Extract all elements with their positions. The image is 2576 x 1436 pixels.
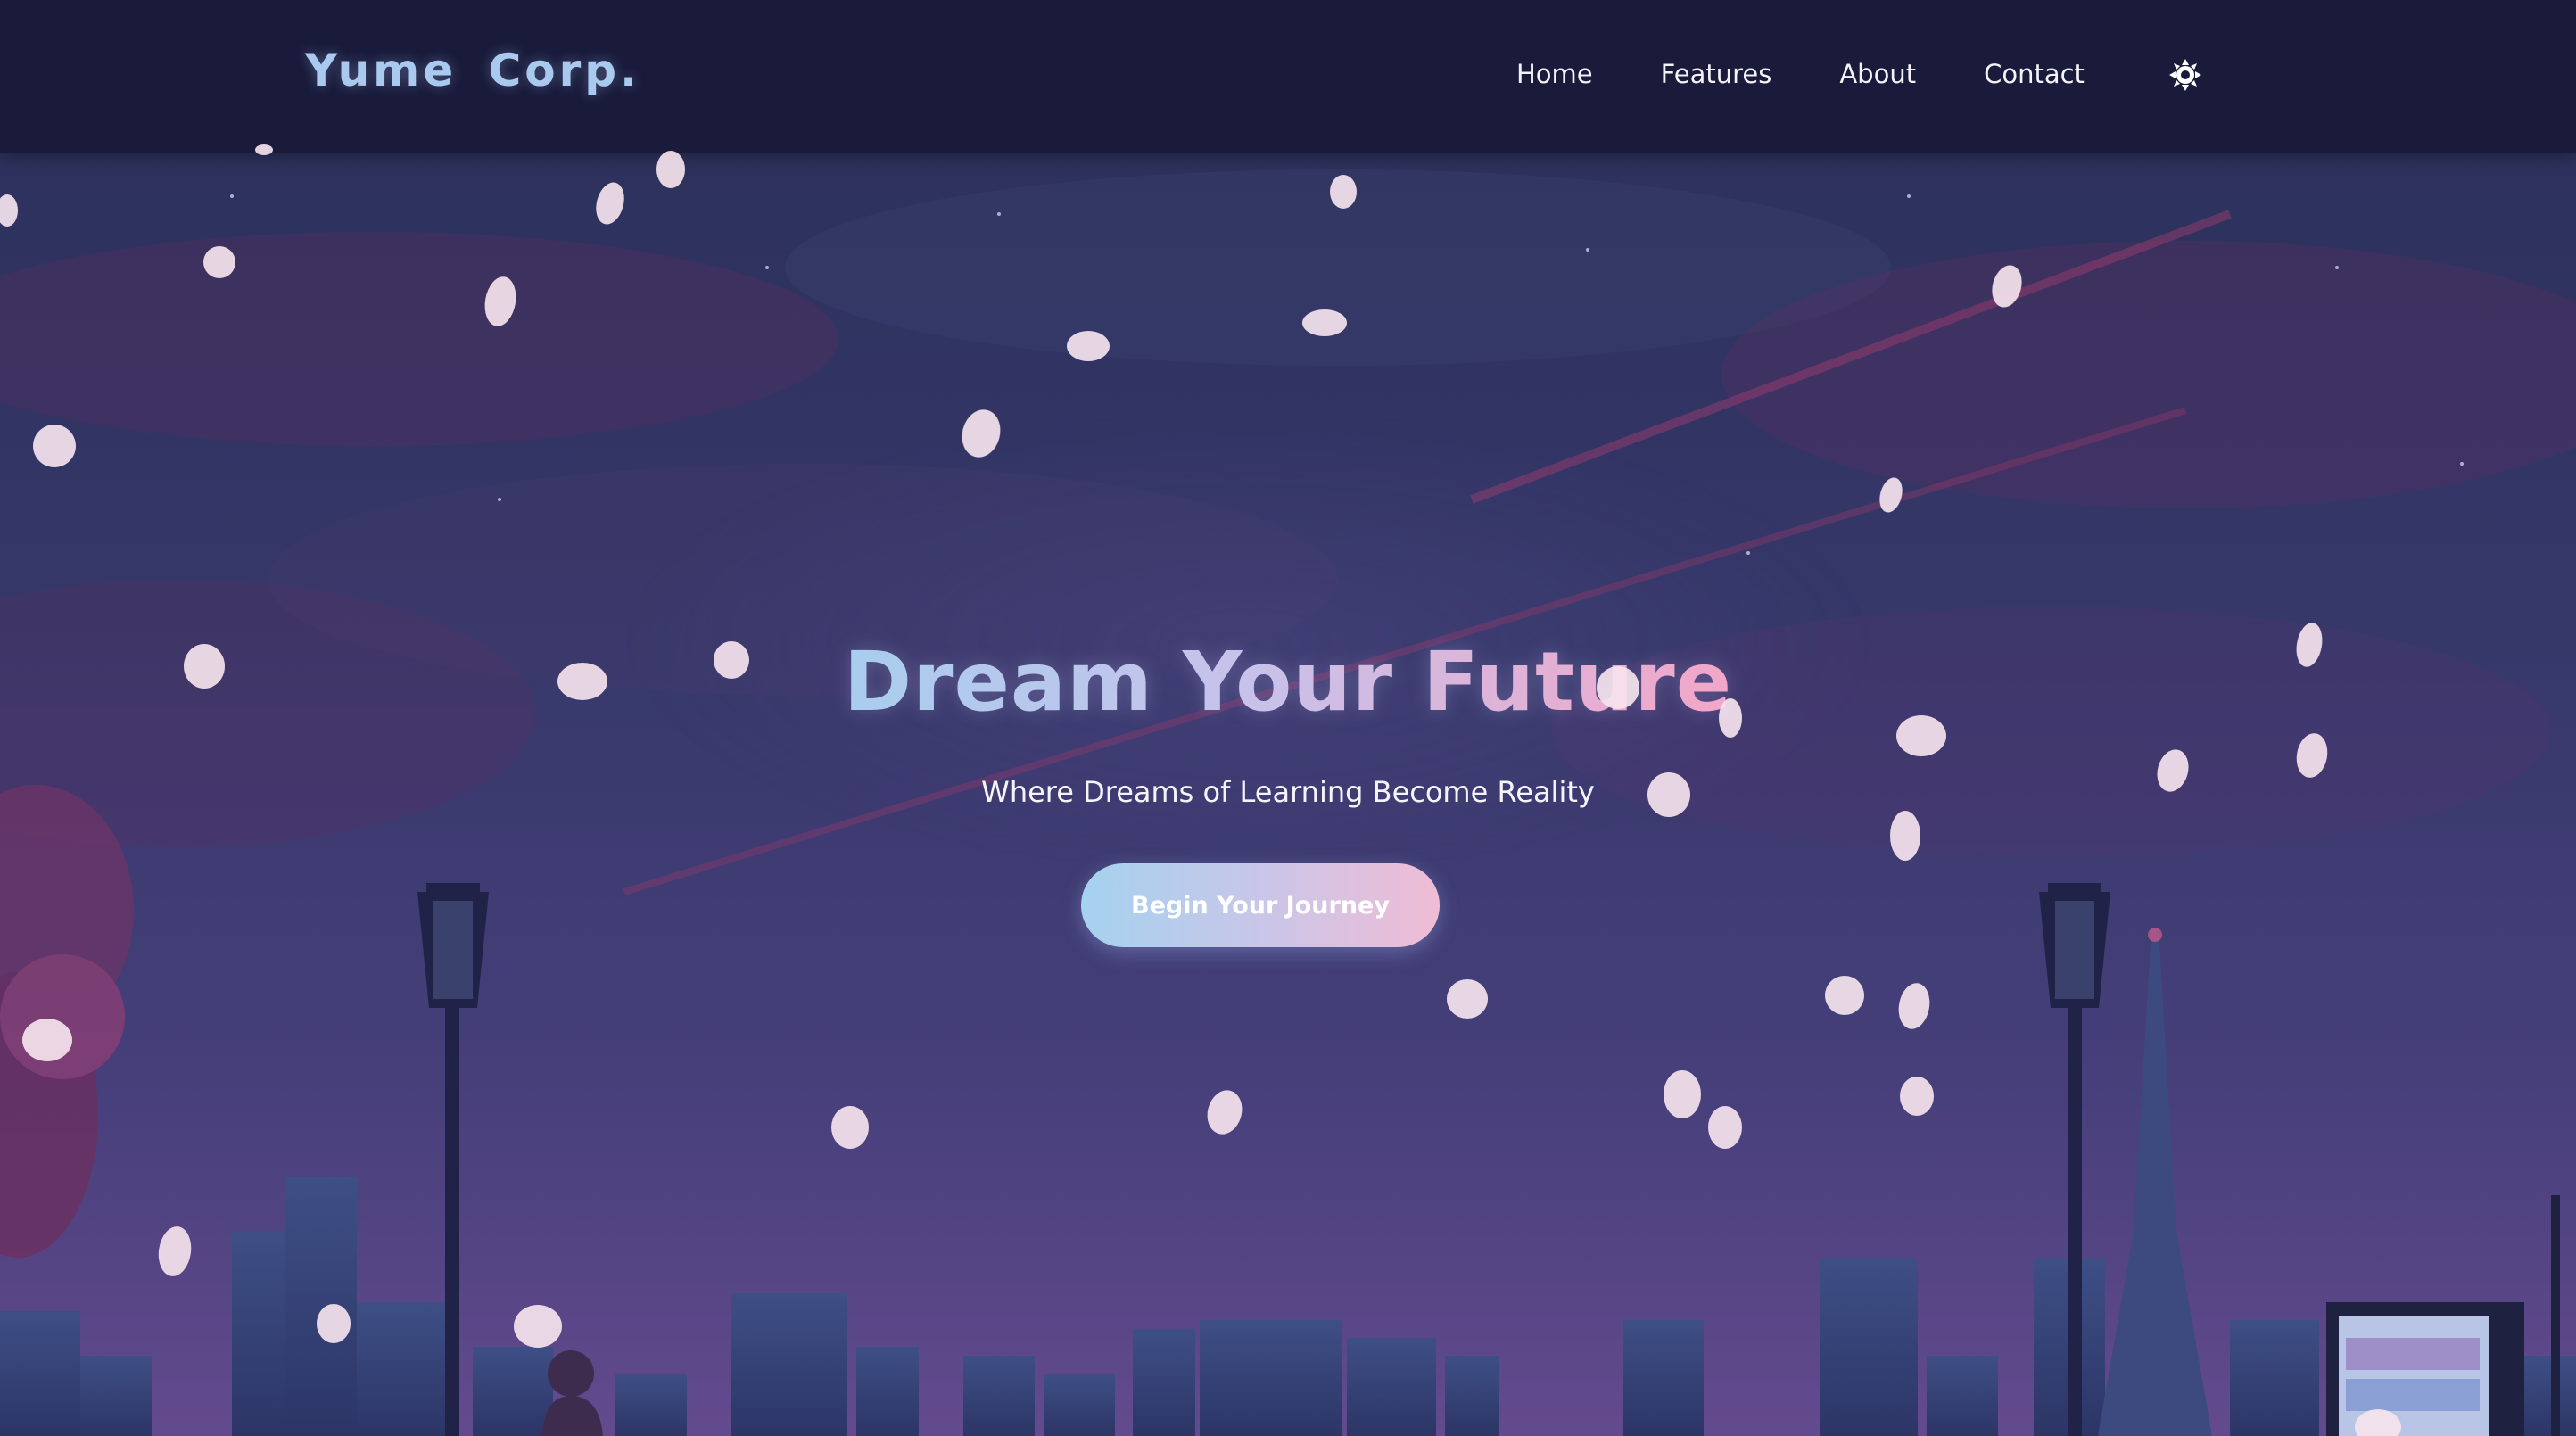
nav-links: Home Features About Contact bbox=[1516, 59, 2152, 89]
theme-toggle-button[interactable] bbox=[2167, 57, 2203, 93]
nav-link-features[interactable]: Features bbox=[1661, 59, 1772, 89]
hero-subtitle: Where Dreams of Learning Become Reality bbox=[981, 775, 1595, 809]
hero-title: Dream Your Future bbox=[843, 634, 1733, 730]
nav-link-home[interactable]: Home bbox=[1516, 59, 1593, 89]
nav-link-contact[interactable]: Contact bbox=[1984, 59, 2085, 89]
nav-link-about[interactable]: About bbox=[1839, 59, 1916, 89]
page: Yume Corp. Home Features About Contact D… bbox=[0, 0, 2576, 1436]
navbar: Yume Corp. Home Features About Contact bbox=[0, 0, 2576, 153]
sun-icon bbox=[2169, 59, 2201, 91]
brand-logo[interactable]: Yume Corp. bbox=[305, 45, 640, 96]
begin-journey-button[interactable]: Begin Your Journey bbox=[1081, 863, 1440, 947]
hero-section: Dream Your Future Where Dreams of Learni… bbox=[0, 153, 2576, 1436]
